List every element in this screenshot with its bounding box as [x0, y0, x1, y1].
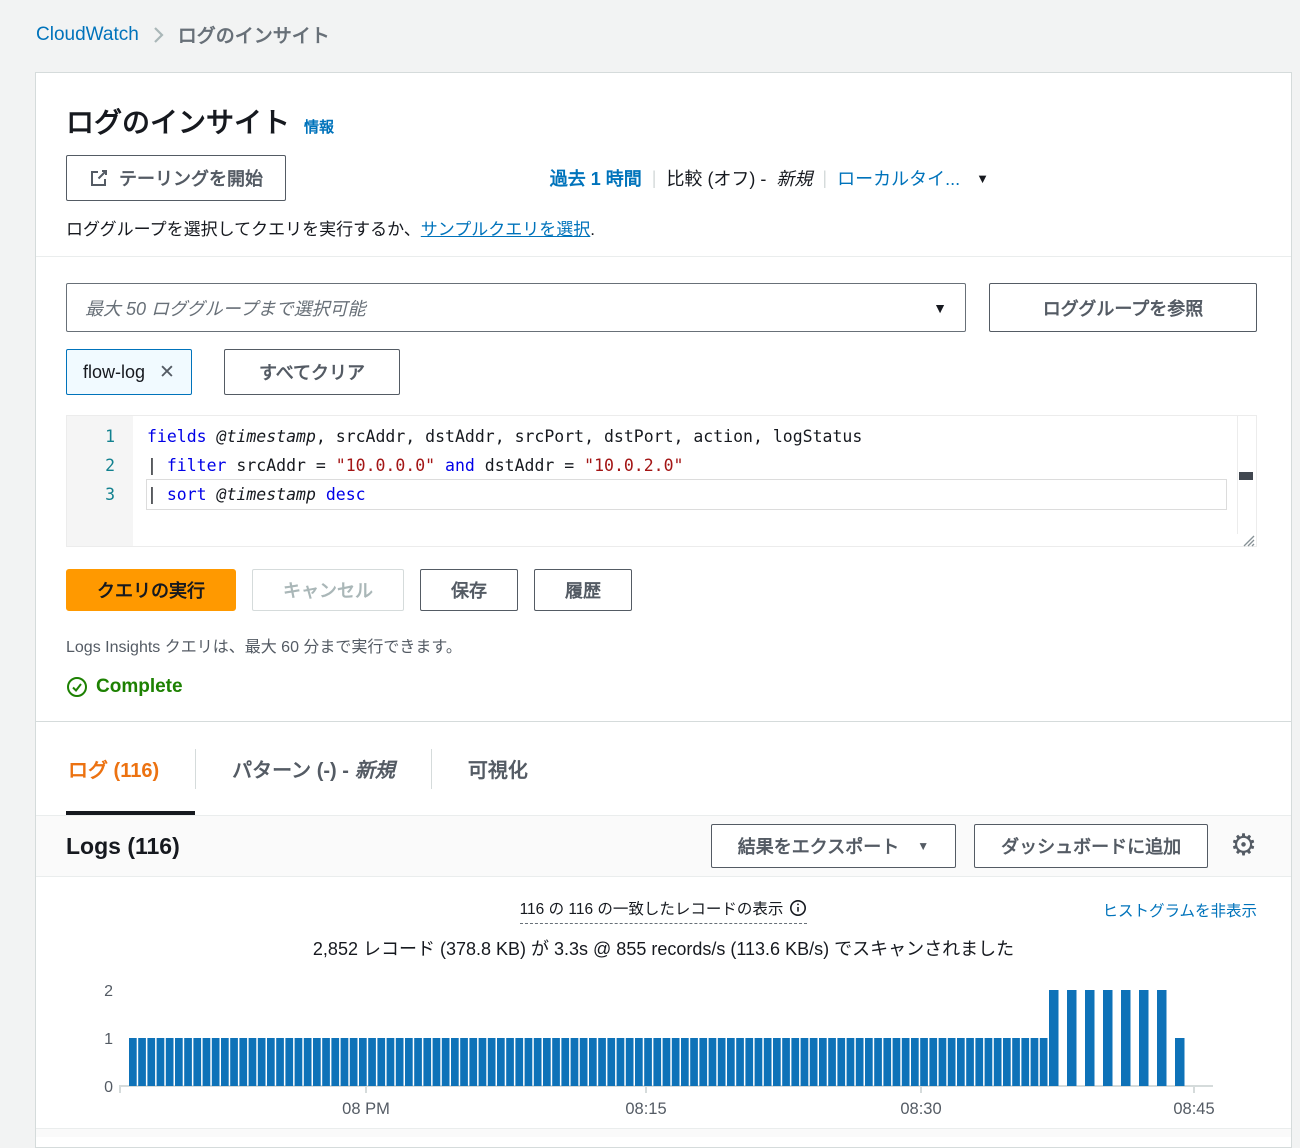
remove-log-group-icon[interactable]: ✕ [159, 361, 175, 384]
sample-query-link[interactable]: サンプルクエリを選択 [421, 220, 591, 239]
resize-handle-icon[interactable] [1241, 532, 1255, 546]
run-query-button[interactable]: クエリの実行 [66, 569, 236, 611]
logs-insights-card: ログのインサイト 情報 テーリングを開始 過去 1 時間 | 比較 (オフ) -… [35, 72, 1292, 722]
log-group-chip: flow-log ✕ [66, 349, 192, 395]
query-line[interactable]: fields @timestamp, srcAddr, dstAddr, src… [147, 422, 1226, 451]
hint-text: ロググループを選択してクエリを実行するか、サンプルクエリを選択. [66, 215, 1257, 240]
query-code[interactable]: fields @timestamp, srcAddr, dstAddr, src… [133, 416, 1256, 546]
editor-scrollbar-thumb[interactable] [1239, 472, 1253, 480]
query-editor[interactable]: 123 fields @timestamp, srcAddr, dstAddr,… [66, 415, 1257, 547]
results-title: Logs (116) [66, 833, 180, 860]
scan-summary: 2,852 レコード (378.8 KB) が 3.3s @ 855 recor… [36, 935, 1291, 961]
time-range-caret-icon[interactable]: ▼ [976, 171, 989, 186]
query-line[interactable]: | filter srcAddr = "10.0.0.0" and dstAdd… [147, 451, 1226, 480]
histogram-chart[interactable]: 0 1 2 08 PM 08:15 08:30 08:45 [36, 973, 1291, 1128]
info-icon[interactable] [789, 899, 807, 917]
info-link[interactable]: 情報 [304, 116, 334, 137]
start-tailing-button[interactable]: テーリングを開始 [66, 155, 286, 201]
tab-logs[interactable]: ログ (116) [66, 722, 195, 815]
breadcrumb-current: ログのインサイト [178, 21, 330, 48]
cancel-button[interactable]: キャンセル [252, 569, 404, 611]
query-line[interactable]: | sort @timestamp desc [147, 480, 1226, 509]
gear-icon[interactable]: ⚙ [1230, 831, 1257, 861]
export-results-button[interactable]: 結果をエクスポート ▼ [711, 824, 956, 868]
time-range-selected[interactable]: 過去 1 時間 [550, 165, 642, 191]
results-header: Logs (116) 結果をエクスポート ▼ ダッシュボードに追加 ⚙ [36, 815, 1291, 877]
next-section-edge [36, 1128, 1291, 1137]
external-link-icon [89, 168, 109, 188]
query-status-label: Complete [96, 676, 183, 698]
svg-text:1: 1 [104, 1031, 113, 1048]
line-numbers: 123 [67, 416, 133, 546]
log-group-placeholder: 最大 50 ロググループまで選択可能 [85, 295, 933, 321]
matches-row: 116 の 116 の一致したレコードの表示 [36, 897, 1291, 924]
tab-visualization[interactable]: 可視化 [432, 722, 564, 815]
time-range-control[interactable]: 過去 1 時間 | 比較 (オフ) - 新規 | ローカルタイ... ▼ [550, 165, 989, 191]
svg-text:2: 2 [104, 983, 113, 1000]
query-status: Complete [66, 676, 1257, 698]
tab-patterns[interactable]: パターン (-) - 新規 [196, 722, 431, 815]
select-caret-icon: ▼ [933, 300, 947, 316]
breadcrumb-chevron-icon [153, 26, 164, 44]
editor-scrollbar[interactable] [1237, 416, 1254, 534]
breadcrumb: CloudWatch ログのインサイト [0, 0, 1300, 48]
divider [36, 256, 1291, 257]
add-to-dashboard-button[interactable]: ダッシュボードに追加 [974, 824, 1208, 868]
compare-label[interactable]: 比較 (オフ) - [666, 165, 766, 191]
export-caret-icon: ▼ [917, 839, 929, 853]
log-group-select[interactable]: 最大 50 ロググループまで選択可能 ▼ [66, 283, 966, 332]
svg-text:0: 0 [104, 1079, 113, 1096]
results-card: ログ (116) パターン (-) - 新規 可視化 Logs (116) 結果… [35, 722, 1292, 1148]
history-button[interactable]: 履歴 [534, 569, 632, 611]
svg-text:08 PM: 08 PM [342, 1100, 390, 1118]
clear-all-button[interactable]: すべてクリア [224, 349, 400, 395]
log-group-chip-label: flow-log [83, 362, 145, 383]
results-tabs: ログ (116) パターン (-) - 新規 可視化 [36, 722, 1291, 815]
page-title: ログのインサイト [66, 101, 290, 141]
check-circle-icon [66, 676, 88, 698]
matches-text: 116 の 116 の一致したレコードの表示 [520, 897, 784, 919]
timezone-label[interactable]: ローカルタイ... [837, 165, 960, 191]
svg-text:08:15: 08:15 [625, 1100, 666, 1118]
compare-new-label: 新規 [776, 165, 812, 191]
query-limit-note: Logs Insights クエリは、最大 60 分まで実行できます。 [66, 633, 1257, 657]
save-button[interactable]: 保存 [420, 569, 518, 611]
breadcrumb-cloudwatch-link[interactable]: CloudWatch [36, 24, 139, 46]
histogram-section: ヒストグラムを非表示 116 の 116 の一致したレコードの表示 2,852 … [36, 877, 1291, 1137]
svg-text:08:45: 08:45 [1173, 1100, 1214, 1118]
svg-text:08:30: 08:30 [900, 1100, 941, 1118]
browse-log-groups-button[interactable]: ロググループを参照 [989, 283, 1257, 332]
